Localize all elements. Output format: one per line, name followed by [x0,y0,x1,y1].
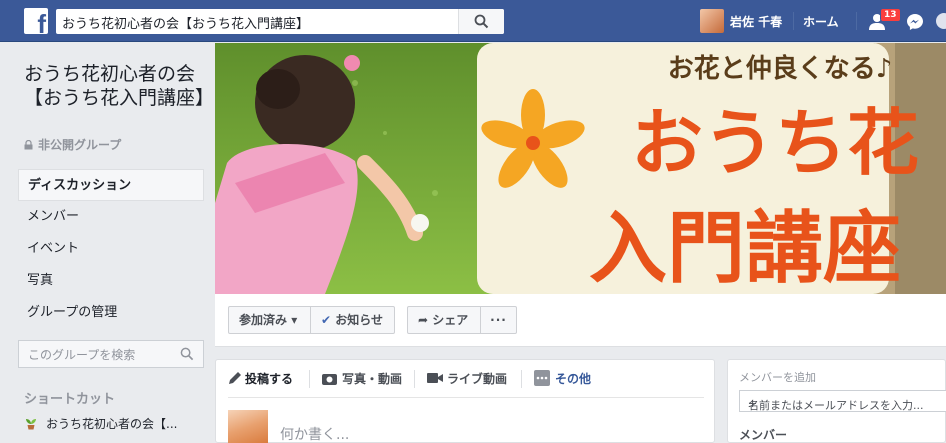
add-members-panel: メンバーを追加 + 名前またはメールアドレスを入力... メンバー [727,359,946,443]
tab-photo-video[interactable]: 写真・動画 [322,370,402,387]
group-search-input[interactable]: このグループを検索 [18,340,204,368]
tab-post[interactable]: 投稿する [228,370,293,387]
composer-input[interactable]: 何か書く... [280,424,349,443]
group-nav: ディスカッション メンバー イベント 写真 グループの管理 [18,169,204,329]
tab-more[interactable]: その他 [534,370,591,387]
lock-icon [24,140,33,150]
tab-divider [309,370,310,388]
home-link[interactable]: ホーム [803,13,839,30]
camera-icon [322,374,337,385]
group-title[interactable]: おうち花初心者の会【おうち花入門講座】 [24,62,214,110]
nav-divider [793,12,794,30]
composer-divider [228,397,704,398]
user-name: 岩佐 千春 [730,15,783,29]
pencil-icon [229,372,241,384]
tab-live-video[interactable]: ライブ動画 [427,370,507,387]
members-heading: メンバー [739,428,788,442]
caret-down-icon: ▾ [291,313,298,327]
nav-item-manage-group[interactable]: グループの管理 [18,297,204,329]
friend-requests-badge: 13 [880,8,901,22]
shortcuts-heading: ショートカット [24,392,116,407]
left-sidebar: おうち花初心者の会【おうち花入門講座】 非公開グループ ディスカッション メンバ… [0,42,214,443]
tab-divider [414,370,415,388]
messenger-icon[interactable] [906,13,924,31]
nav-item-events[interactable]: イベント [18,233,204,265]
more-icon [534,370,550,386]
search-query-text: おうち花初心者の会【おうち花入門講座】 [62,17,310,32]
cover-title-line1: おうち花 [631,101,919,185]
nav-divider [856,12,857,30]
nav-item-photos[interactable]: 写真 [18,265,204,297]
more-options-button[interactable]: ··· [480,306,517,334]
share-arrow-icon: ➦ [418,313,429,327]
cover-illustration: お花と仲良くなる♪ おうち花 入門講座 [215,43,946,294]
group-action-bar: 参加済み ▾ ✔ お知らせ ➦ シェア ··· [215,294,946,347]
top-nav-bar: f おうち花初心者の会【おうち花入門講座】 岩佐 千春 ホーム 13 [0,0,946,42]
joined-button[interactable]: 参加済み ▾ [228,306,311,334]
cover-title-line2: 入門講座 [589,204,901,294]
add-member-input[interactable]: + 名前またはメールアドレスを入力... [739,390,946,412]
facebook-group-page: f おうち花初心者の会【おうち花入門講座】 岩佐 千春 ホーム 13 おうち花初… [0,0,946,443]
group-search-placeholder: このグループを検索 [28,348,136,362]
cover-photo[interactable]: お花と仲良くなる♪ おうち花 入門講座 [215,43,946,294]
add-members-label: メンバーを追加 [739,371,816,384]
share-button[interactable]: ➦ シェア [407,306,481,334]
video-icon [427,373,443,383]
notifications-icon[interactable] [936,13,946,29]
check-icon: ✔ [321,313,332,327]
nav-item-discussion[interactable]: ディスカッション [18,169,204,201]
post-composer: 投稿する 写真・動画 ライブ動画 その他 何か書く... [215,359,715,443]
cover-tagline: お花と仲良くなる♪ [668,53,893,84]
composer-avatar [228,410,268,443]
shortcut-item[interactable]: おうち花初心者の会【... [24,415,177,432]
tab-divider [521,370,522,388]
privacy-label: 非公開グループ [24,136,121,153]
search-icon [180,347,194,361]
global-search-input[interactable]: おうち花初心者の会【おうち花入門講座】 [56,9,504,34]
plant-icon [26,419,36,430]
facebook-logo-icon[interactable]: f [24,8,48,37]
avatar [700,9,724,33]
search-icon [474,14,489,29]
notifications-button[interactable]: ✔ お知らせ [310,306,395,334]
search-button[interactable] [458,9,504,34]
nav-item-members[interactable]: メンバー [18,201,204,233]
